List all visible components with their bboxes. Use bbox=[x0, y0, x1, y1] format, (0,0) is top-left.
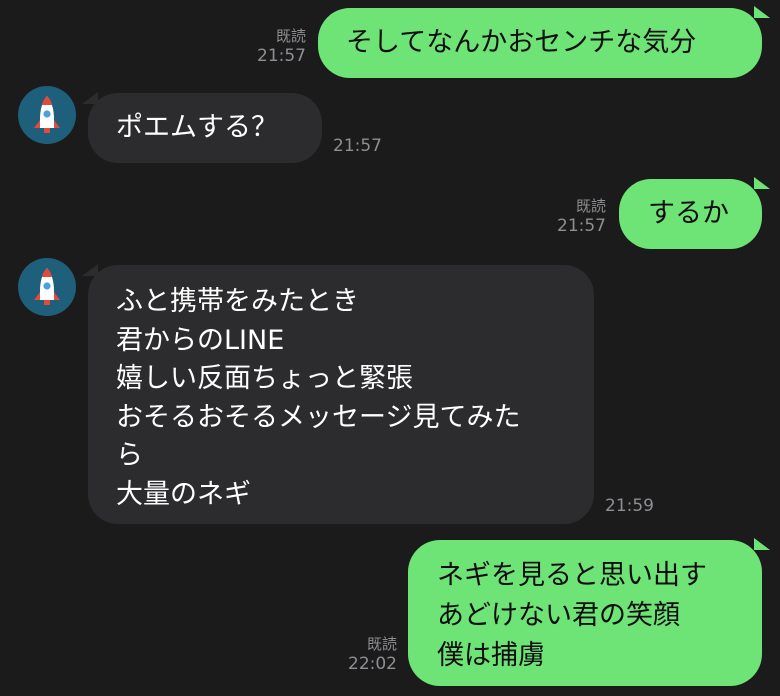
read-receipt: 既読 bbox=[575, 197, 606, 215]
message-line: 大量のネギ bbox=[116, 478, 251, 510]
message-line: おそるおそるメッセージ見てみた bbox=[116, 401, 521, 433]
message-line: あどけない君の笑顔 bbox=[437, 600, 680, 631]
bubble-tail bbox=[754, 538, 770, 550]
message-bubble-incoming[interactable]: ポエムする？ bbox=[88, 93, 322, 163]
rocket-icon bbox=[34, 268, 60, 305]
chat-view: 既読 21:57 そしてなんかおセンチな気分 ポエムする？ 21:57 既読 2… bbox=[0, 0, 780, 696]
timestamp: 21:57 bbox=[333, 136, 382, 156]
message-meta: 既読 21:57 bbox=[240, 26, 306, 66]
message-text: そしてなんかおセンチな気分 bbox=[346, 27, 697, 58]
read-receipt: 既読 bbox=[275, 27, 306, 45]
message-bubble-outgoing[interactable]: するか bbox=[619, 179, 762, 249]
contact-avatar[interactable] bbox=[18, 86, 76, 144]
timestamp: 21:57 bbox=[257, 46, 306, 66]
message-text: ポエムする？ bbox=[116, 112, 278, 143]
message-meta: 既読 22:02 bbox=[330, 634, 397, 674]
timestamp: 22:02 bbox=[348, 654, 397, 674]
bubble-tail bbox=[754, 177, 770, 189]
message-line: ふと携帯をみたとき bbox=[116, 286, 359, 317]
message-text: するか bbox=[648, 198, 729, 229]
message-line: ネギを見ると思い出す bbox=[437, 560, 707, 591]
message-meta: 既読 21:57 bbox=[540, 196, 606, 236]
message-line: 嬉しい反面ちょっと緊張 bbox=[116, 363, 413, 394]
timestamp: 21:57 bbox=[557, 216, 606, 236]
read-receipt: 既読 bbox=[366, 635, 397, 653]
message-bubble-outgoing[interactable]: そしてなんかおセンチな気分 bbox=[318, 8, 762, 78]
rocket-icon bbox=[34, 96, 60, 133]
message-bubble-incoming[interactable]: ふと携帯をみたとき 君からのLINE 嬉しい反面ちょっと緊張 おそるおそるメッセ… bbox=[88, 265, 594, 524]
message-line: 僕は捕虜 bbox=[437, 640, 545, 671]
message-line: 君からのLINE bbox=[116, 324, 285, 356]
message-line: ら bbox=[116, 440, 143, 471]
message-bubble-outgoing[interactable]: ネギを見ると思い出す あどけない君の笑顔 僕は捕虜 bbox=[408, 540, 762, 686]
timestamp: 21:59 bbox=[605, 496, 654, 516]
contact-avatar[interactable] bbox=[18, 258, 76, 316]
bubble-tail bbox=[754, 6, 770, 18]
